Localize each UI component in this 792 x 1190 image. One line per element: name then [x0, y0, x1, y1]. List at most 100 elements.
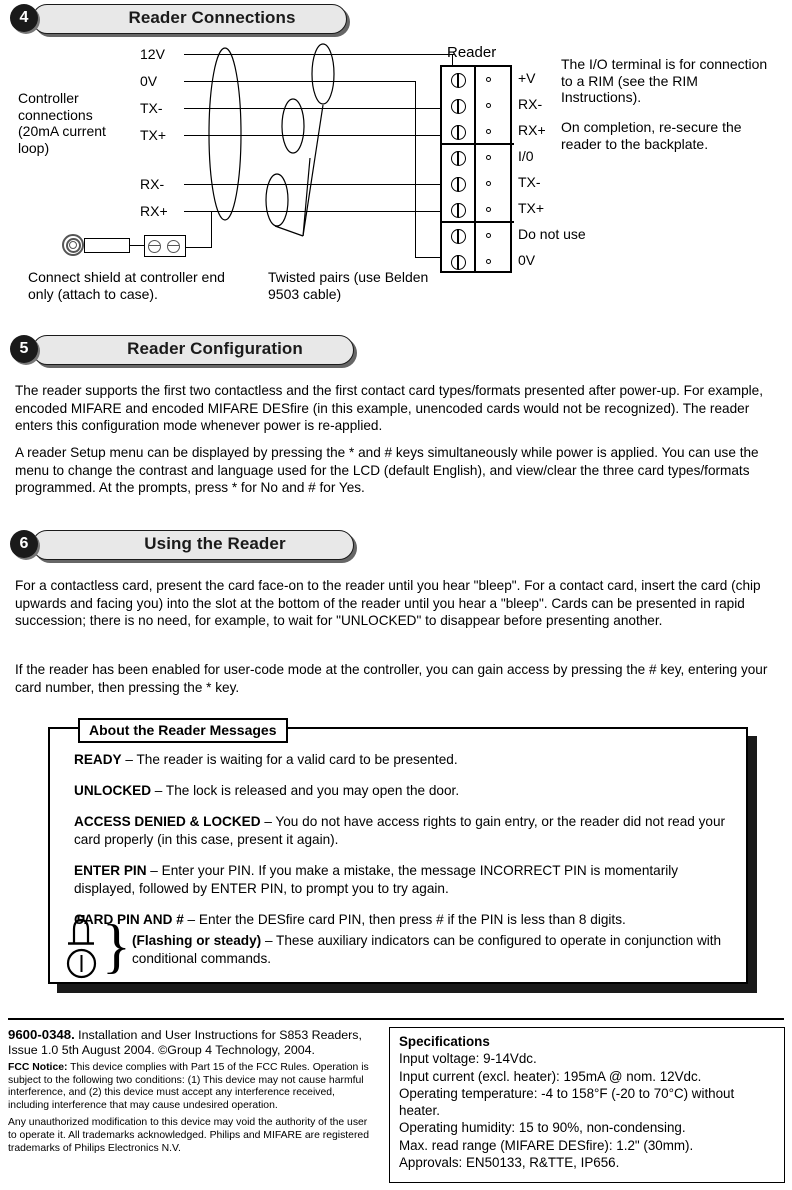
terminal-group-2	[442, 145, 514, 223]
message-unlocked: UNLOCKED – The lock is released and you …	[74, 782, 726, 800]
bell-icon	[68, 915, 94, 945]
about-reader-messages-box: READY – The reader is waiting for a vali…	[48, 727, 748, 984]
message-ready: READY – The reader is waiting for a vali…	[74, 751, 726, 769]
section-header-6: 6 Using the Reader	[10, 530, 355, 560]
wire-label-0v: 0V	[140, 73, 158, 89]
terminal-screw-icon	[451, 202, 466, 218]
terminal-row-do-not-use	[442, 223, 514, 249]
section-5-title: Reader Configuration	[127, 339, 303, 358]
terminal-label-plus-v: +V	[518, 70, 536, 86]
specifications-box: Specifications Input voltage: 9-14Vdc. I…	[389, 1027, 785, 1183]
section-6-number: 6	[10, 530, 38, 558]
shield-link-wire	[130, 245, 144, 247]
terminal-row-0v	[442, 249, 514, 275]
message-term-indicators: (Flashing or steady)	[132, 933, 262, 948]
section-5-number: 5	[10, 335, 38, 363]
terminal-screw-icon	[451, 150, 466, 166]
shield-screw-right	[167, 239, 180, 253]
section-header-4: 4 Reader Connections	[10, 4, 347, 34]
spec-operating-temperature: Operating temperature: -4 to 158°F (-20 …	[399, 1085, 735, 1119]
using-paragraph-1: For a contactless card, present the card…	[15, 578, 761, 628]
reader-connections-diagram: Controller connections (20mA current loo…	[0, 38, 792, 308]
terminal-label-0v: 0V	[518, 252, 536, 268]
twisted-pair-note-label: Twisted pairs (use Belden 9503 cable)	[268, 269, 429, 302]
section-4-number: 4	[10, 4, 38, 32]
spec-operating-humidity: Operating humidity: 15 to 90%, non-conde…	[399, 1120, 686, 1136]
terminal-hole-icon	[486, 207, 491, 212]
specifications-heading: Specifications	[399, 1034, 490, 1049]
message-enter-pin: ENTER PIN – Enter your PIN. If you make …	[74, 862, 726, 897]
cable-bundle-outline	[208, 47, 242, 221]
terminal-hole-icon	[486, 181, 491, 186]
footer-fcc-notice: FCC Notice: This device complies with Pa…	[8, 1062, 373, 1112]
controller-connections-label: Controller connections (20mA current loo…	[18, 90, 106, 156]
using-paragraph-2: If the reader has been enabled for user-…	[15, 662, 768, 695]
wire-label-tx-minus: TX-	[140, 100, 163, 116]
terminal-group-3	[442, 223, 514, 275]
message-text-ready: – The reader is waiting for a valid card…	[121, 752, 458, 767]
terminal-hole-icon	[486, 155, 491, 160]
footer-divider-rule	[8, 1018, 784, 1020]
terminal-screw-icon	[451, 98, 466, 114]
footer-doc-reference: 9600-0348. Installation and User Instruc…	[8, 1027, 373, 1057]
reader-terminal-block	[440, 65, 514, 275]
icon-group-brace: }	[102, 913, 131, 979]
terminal-row-io	[442, 145, 514, 171]
spec-input-current: Input current (excl. heater): 195mA @ no…	[399, 1068, 702, 1084]
terminal-label-rx-minus: RX-	[518, 96, 543, 112]
terminal-screw-icon	[451, 228, 466, 244]
spec-max-read-range: Max. read range (MIFARE DESfire): 1.2" (…	[399, 1137, 694, 1153]
terminal-label-io: I/0	[518, 148, 534, 164]
wire-label-12v: 12V	[140, 46, 165, 62]
wire-route-0v-horizontal	[415, 257, 443, 259]
footer-trademark-notice: Any unauthorized modification to this de…	[8, 1117, 369, 1154]
message-term-unlocked: UNLOCKED	[74, 783, 152, 798]
re-secure-note: On completion, re-secure the reader to t…	[561, 119, 742, 152]
terminal-row-plus-v	[442, 67, 514, 93]
io-terminal-note: The I/O terminal is for connection to a …	[561, 56, 768, 105]
message-term-enter-pin: ENTER PIN	[74, 863, 147, 878]
terminal-label-rx-plus: RX+	[518, 122, 546, 138]
wire-label-tx-plus: TX+	[140, 127, 167, 143]
section-header-5: 5 Reader Configuration	[10, 335, 355, 365]
terminal-hole-icon	[486, 259, 491, 264]
terminal-group-1	[442, 67, 514, 145]
terminal-label-do-not-use: Do not use	[518, 226, 586, 242]
shield-ring-inner	[69, 241, 77, 249]
reader-label: Reader	[447, 44, 497, 61]
message-card-pin: CARD PIN AND # – Enter the DESfire card …	[74, 911, 726, 929]
terminal-row-rx-plus	[442, 119, 514, 145]
message-access-denied: ACCESS DENIED & LOCKED – You do not have…	[74, 813, 726, 848]
wire-label-rx-minus: RX-	[140, 176, 165, 192]
terminal-row-rx-minus	[442, 93, 514, 119]
terminal-hole-icon	[486, 233, 491, 238]
section-4-title: Reader Connections	[128, 8, 296, 27]
indicator-lamp-icon	[66, 948, 97, 979]
message-text-card-pin: – Enter the DESfire card PIN, then press…	[183, 912, 626, 927]
twisted-pair-leader-lines	[274, 104, 324, 237]
message-text-unlocked: – The lock is released and you may open …	[151, 783, 460, 798]
terminal-hole-icon	[486, 129, 491, 134]
terminal-screw-icon	[451, 72, 466, 88]
shield-note-label: Connect shield at controller end only (a…	[28, 269, 225, 302]
message-indicators: (Flashing or steady) – These auxiliary i…	[132, 932, 726, 967]
message-term-ready: READY	[74, 752, 122, 767]
wire-route-0v-vertical	[415, 81, 417, 258]
terminal-label-tx-plus: TX+	[518, 200, 545, 216]
message-text-enter-pin: – Enter your PIN. If you make a mistake,…	[74, 863, 679, 896]
footer-legal-text: 9600-0348. Installation and User Instruc…	[8, 1027, 373, 1160]
about-box-title: About the Reader Messages	[78, 718, 288, 743]
config-paragraph-1: The reader supports the first two contac…	[15, 383, 764, 433]
shield-crimp-body	[84, 238, 130, 253]
wire-label-rx-plus: RX+	[140, 203, 168, 219]
terminal-row-tx-plus	[442, 197, 514, 223]
message-term-access-denied: ACCESS DENIED & LOCKED	[74, 814, 261, 829]
terminal-label-tx-minus: TX-	[518, 174, 541, 190]
terminal-row-tx-minus	[442, 171, 514, 197]
terminal-screw-icon	[451, 254, 466, 270]
spec-approvals: Approvals: EN50133, R&TTE, IP656.	[399, 1155, 620, 1171]
config-paragraph-2: A reader Setup menu can be displayed by …	[15, 445, 759, 495]
shield-screw-left	[148, 239, 161, 253]
spec-input-voltage: Input voltage: 9-14Vdc.	[399, 1051, 537, 1067]
footer-doc-code: 9600-0348.	[8, 1027, 75, 1042]
